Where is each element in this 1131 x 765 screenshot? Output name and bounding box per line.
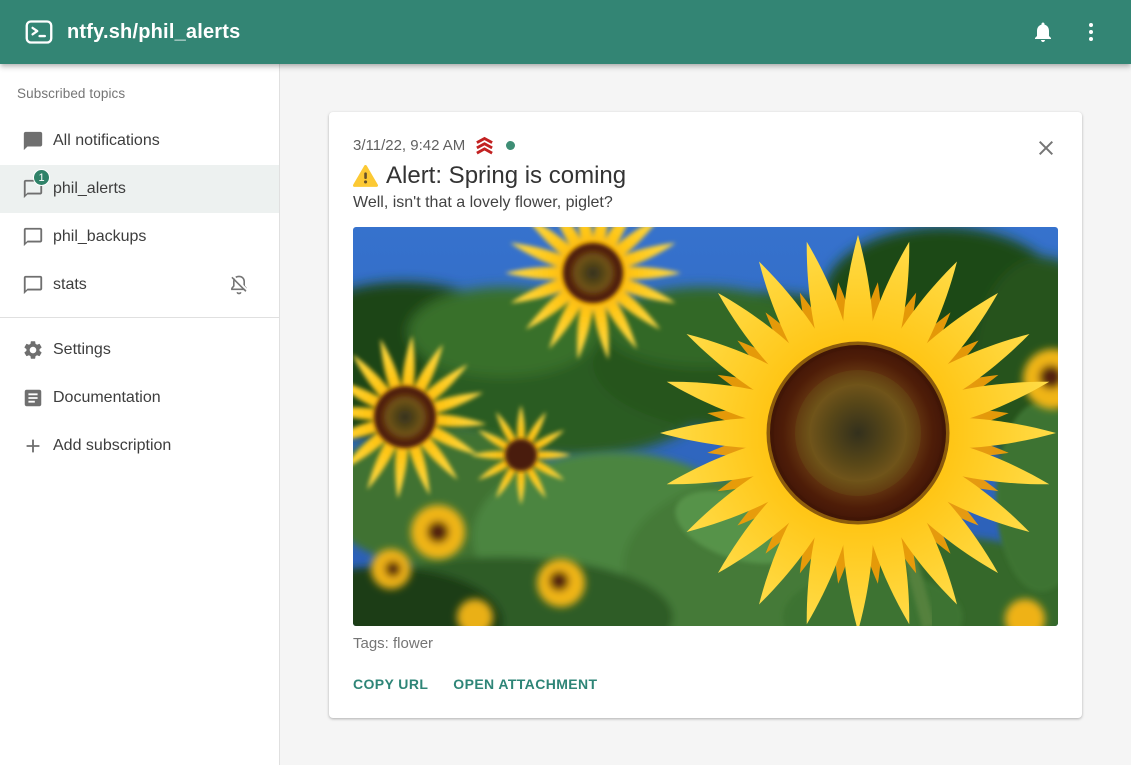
sidebar-item-add-subscription[interactable]: Add subscription: [0, 422, 279, 470]
notifications-button[interactable]: [1019, 8, 1067, 56]
tags-label: Tags: flower: [353, 635, 1058, 652]
sidebar-item-phil-backups[interactable]: phil_backups: [0, 213, 279, 261]
bell-off-icon: [227, 273, 251, 297]
article-icon: [21, 386, 45, 410]
sidebar-item-label: Settings: [53, 341, 111, 359]
sidebar-item-label: phil_alerts: [53, 180, 126, 198]
unread-count-badge: 1: [33, 169, 50, 186]
notification-title: Alert: Spring is coming: [353, 162, 1058, 190]
ntfy-logo-icon: [25, 18, 53, 46]
main-content: 3/11/22, 9:42 AM Alert: Spring is coming…: [280, 64, 1131, 765]
kebab-menu-icon: [1079, 20, 1103, 44]
chat-bubble-outline-icon: [21, 225, 45, 249]
sidebar-item-phil-alerts[interactable]: 1 phil_alerts: [0, 165, 279, 213]
app-bar: ntfy.sh/phil_alerts: [0, 0, 1131, 64]
chat-bubble-outline-icon: 1: [21, 177, 45, 201]
sidebar-item-documentation[interactable]: Documentation: [0, 374, 279, 422]
page-title: ntfy.sh/phil_alerts: [67, 21, 240, 44]
chat-bubble-filled-icon: [21, 129, 45, 153]
gear-icon: [21, 338, 45, 362]
plus-icon: [21, 434, 45, 458]
sidebar-item-all-notifications[interactable]: All notifications: [0, 117, 279, 165]
notification-actions: COPY URL OPEN ATTACHMENT: [353, 674, 1058, 694]
chat-bubble-outline-icon: [21, 273, 45, 297]
timestamp: 3/11/22, 9:42 AM: [353, 137, 465, 154]
overflow-menu-button[interactable]: [1067, 8, 1115, 56]
notification-body: Well, isn't that a lovely flower, piglet…: [353, 194, 1058, 212]
bell-icon: [1031, 20, 1055, 44]
copy-url-button[interactable]: COPY URL: [353, 674, 428, 694]
close-icon: [1034, 136, 1058, 160]
sidebar-item-label: Documentation: [53, 389, 161, 407]
open-attachment-button[interactable]: OPEN ATTACHMENT: [453, 674, 597, 694]
sidebar-item-label: Add subscription: [53, 437, 171, 455]
sidebar-item-stats[interactable]: stats: [0, 261, 279, 309]
sidebar-item-label: All notifications: [53, 132, 160, 150]
sidebar: Subscribed topics All notifications 1 ph…: [0, 64, 280, 765]
sidebar-divider: [0, 317, 279, 318]
warning-triangle-icon: [353, 165, 378, 188]
notification-card: 3/11/22, 9:42 AM Alert: Spring is coming…: [329, 112, 1082, 718]
sidebar-item-label: stats: [53, 276, 87, 294]
attachment-image[interactable]: [353, 227, 1058, 626]
sidebar-item-settings[interactable]: Settings: [0, 326, 279, 374]
notification-title-text: Alert: Spring is coming: [386, 162, 626, 190]
max-priority-icon: [473, 136, 496, 155]
sidebar-item-label: phil_backups: [53, 228, 146, 246]
subscribed-topics-label: Subscribed topics: [0, 64, 279, 101]
unread-dot-icon: [506, 141, 515, 150]
close-notification-button[interactable]: [1034, 136, 1058, 160]
notification-meta: 3/11/22, 9:42 AM: [353, 136, 1058, 155]
